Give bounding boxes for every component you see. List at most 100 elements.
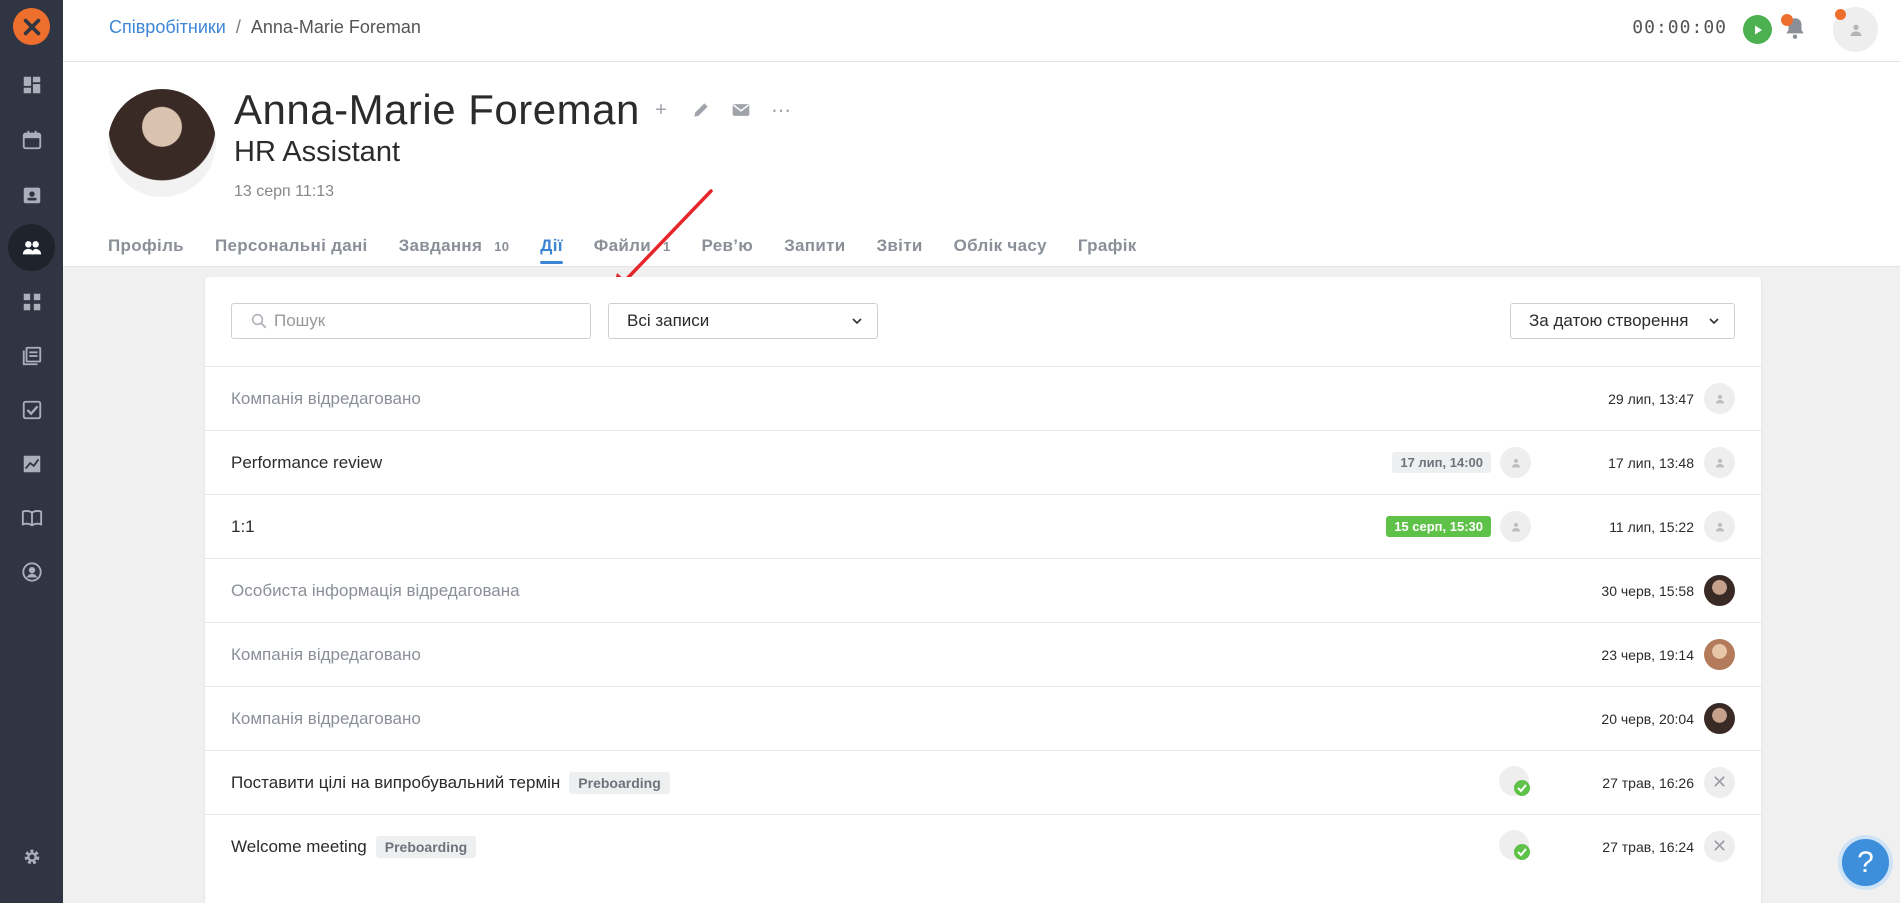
analytics-icon[interactable] <box>8 440 55 487</box>
tab-count: 10 <box>494 239 510 254</box>
tab-reports[interactable]: Звіти <box>876 236 922 264</box>
activity-tag: Preboarding <box>375 835 477 858</box>
user-icon <box>1850 24 1861 36</box>
due-date-badge: 15 серп, 15:30 <box>1386 516 1491 537</box>
search-placeholder: Пошук <box>274 311 326 330</box>
author-avatar <box>1704 511 1735 542</box>
activity-time: 17 лип, 13:48 <box>1608 454 1694 471</box>
notification-dot <box>1781 14 1793 26</box>
tab-activities[interactable]: Дії <box>540 236 563 264</box>
tab-requests[interactable]: Запити <box>784 236 845 264</box>
breadcrumb: Співробітники / Anna-Marie Foreman <box>109 17 421 38</box>
activity-row[interactable]: Поставити цілі на випробувальний термін … <box>205 750 1761 814</box>
activity-title: 1:1 <box>231 516 255 536</box>
activity-tag: Preboarding <box>569 771 670 794</box>
logo-x-icon <box>23 18 40 35</box>
app-logo[interactable] <box>13 8 50 45</box>
activity-title: Компанія відредаговано <box>231 708 421 728</box>
activity-title: Welcome meeting <box>231 836 367 856</box>
activity-title: Performance review <box>231 452 383 472</box>
activity-time: 29 лип, 13:47 <box>1608 390 1694 407</box>
tab-profile[interactable]: Профіль <box>108 236 184 264</box>
employee-date: 13 серп 11:13 <box>234 183 334 200</box>
tab-label: Профіль <box>108 236 184 255</box>
activity-row[interactable]: Компанія відредаговано 29 лип, 13:47 <box>205 366 1761 430</box>
activity-row[interactable]: Компанія відредаговано 23 черв, 19:14 <box>205 622 1761 686</box>
chevron-down-icon <box>1709 318 1719 325</box>
tab-label: Дії <box>540 236 563 255</box>
sidebar <box>0 0 63 903</box>
sort-selected-value: За датою створення <box>1529 311 1689 330</box>
more-options-icon[interactable]: ⋯ <box>769 98 793 122</box>
tab-label: Облік часу <box>953 236 1047 255</box>
due-date-badge: 17 лип, 14:00 <box>1392 452 1491 473</box>
user-icon <box>1715 458 1724 467</box>
play-icon <box>1754 25 1762 34</box>
activity-row[interactable]: Компанія відредаговано 20 черв, 20:04 <box>205 686 1761 750</box>
author-avatar <box>1704 703 1735 734</box>
tab-label: Запити <box>784 236 846 255</box>
activity-time: 30 черв, 15:58 <box>1601 582 1694 599</box>
library-icon[interactable] <box>8 332 55 379</box>
edit-pencil-icon[interactable] <box>689 98 713 122</box>
activity-time: 11 лип, 15:22 <box>1609 518 1694 535</box>
activity-row[interactable]: Особиста інформація відредагована 30 чер… <box>205 558 1761 622</box>
profile-photo <box>108 89 216 197</box>
activity-row[interactable]: 1:1 15 серп, 15:30 11 лип, 15:22 <box>205 494 1761 558</box>
timer-play-button[interactable] <box>1743 15 1772 44</box>
filter-selected-value: Всі записи <box>627 311 710 330</box>
org-structure-icon[interactable] <box>8 278 55 325</box>
tab-schedule[interactable]: Графік <box>1078 236 1137 264</box>
chevron-down-icon <box>852 318 862 325</box>
tab-label: Графік <box>1077 236 1137 255</box>
user-status-dot <box>1835 9 1846 20</box>
tab-personal-data[interactable]: Персональні дані <box>215 236 368 264</box>
activity-time: 27 трав, 16:24 <box>1602 838 1694 855</box>
author-avatar <box>1704 383 1735 414</box>
account-icon[interactable] <box>8 548 55 595</box>
activity-time: 27 трав, 16:26 <box>1602 774 1694 791</box>
activities-card: Пошук Всі записи За датою створення Комп… <box>205 277 1761 903</box>
email-icon[interactable] <box>729 98 753 122</box>
employee-name: Anna-Marie Foreman <box>234 86 640 133</box>
dashboard-icon[interactable] <box>8 61 55 108</box>
author-avatar <box>1704 639 1735 670</box>
time-tracker-display: 00:00:00 <box>1632 17 1727 38</box>
tab-label: Завдання <box>398 236 483 255</box>
settings-gear-icon[interactable] <box>8 833 55 880</box>
knowledge-base-icon[interactable] <box>8 494 55 541</box>
activity-row[interactable]: Performance review 17 лип, 14:00 17 лип,… <box>205 430 1761 494</box>
assignee-avatar <box>1500 511 1531 542</box>
activity-title: Компанія відредаговано <box>231 388 421 408</box>
profile-actions: + ⋯ <box>649 98 793 122</box>
activity-time: 23 черв, 19:14 <box>1601 646 1694 663</box>
help-button[interactable]: ? <box>1838 835 1893 890</box>
top-bar: Співробітники / Anna-Marie Foreman 00:00:0… <box>63 0 1900 62</box>
activity-title: Поставити цілі на випробувальний термін <box>231 772 561 792</box>
system-avatar-icon: ✕ <box>1704 831 1735 862</box>
activity-row[interactable]: Welcome meeting Preboarding 27 трав, 16:… <box>205 814 1761 878</box>
records-filter-select[interactable]: Всі записи <box>608 303 878 339</box>
breadcrumb-separator: / <box>235 17 241 37</box>
completed-check-icon <box>1499 765 1530 796</box>
tab-time-tracking[interactable]: Облік часу <box>954 236 1047 264</box>
question-mark-icon: ? <box>1857 845 1874 879</box>
employees-icon[interactable] <box>8 224 55 271</box>
tab-label: Персональні дані <box>214 236 368 255</box>
tab-tasks[interactable]: Завдання 10 <box>399 236 510 264</box>
search-input[interactable]: Пошук <box>231 303 591 339</box>
author-avatar <box>1704 447 1735 478</box>
profile-header: Anna-Marie Foreman + ⋯ HR Assistant 13 с… <box>63 62 1900 297</box>
user-icon <box>1511 458 1520 467</box>
system-avatar-icon: ✕ <box>1704 767 1735 798</box>
activity-title: Особиста інформація відредагована <box>231 580 520 600</box>
contacts-icon[interactable] <box>8 171 55 218</box>
completed-check-icon <box>1499 829 1530 860</box>
tab-label: Звіти <box>876 236 923 255</box>
sort-select[interactable]: За датою створення <box>1510 303 1735 339</box>
calendar-icon[interactable] <box>8 116 55 163</box>
activity-title: Компанія відредаговано <box>231 644 421 664</box>
add-icon[interactable]: + <box>649 98 673 122</box>
tasks-icon[interactable] <box>8 386 55 433</box>
breadcrumb-employees-link[interactable]: Співробітники <box>109 17 226 37</box>
